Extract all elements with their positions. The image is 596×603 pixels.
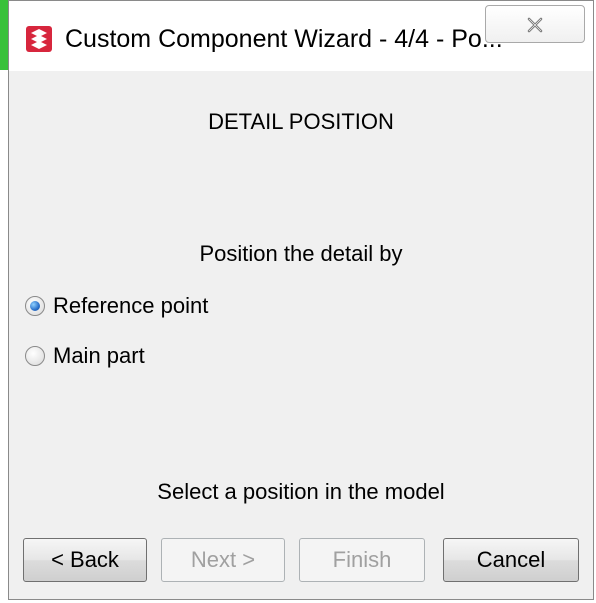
back-button[interactable]: < Back — [23, 538, 147, 582]
cancel-button[interactable]: Cancel — [443, 538, 579, 582]
close-button[interactable] — [485, 5, 585, 43]
status-text: Select a position in the model — [157, 479, 445, 504]
page-heading: DETAIL POSITION — [208, 109, 394, 134]
finish-button[interactable]: Finish — [299, 538, 425, 582]
wizard-dialog: Custom Component Wizard - 4/4 - Po... DE… — [8, 0, 594, 600]
radio-checked-icon[interactable] — [25, 296, 45, 316]
next-button[interactable]: Next > — [161, 538, 285, 582]
radio-label-reference-point: Reference point — [53, 293, 209, 318]
position-prompt: Position the detail by — [199, 241, 403, 266]
window-title: Custom Component Wizard - 4/4 - Po... — [65, 25, 503, 53]
radio-unchecked-icon[interactable] — [25, 346, 45, 366]
title-bar[interactable]: Custom Component Wizard - 4/4 - Po... — [9, 1, 593, 71]
radio-reference-point[interactable]: Reference point — [25, 291, 208, 321]
radio-label-main-part: Main part — [53, 343, 145, 368]
wizard-body: DETAIL POSITION Position the detail by R… — [9, 71, 593, 599]
app-logo-icon — [25, 25, 53, 53]
radio-main-part[interactable]: Main part — [25, 341, 145, 371]
close-icon — [527, 17, 543, 33]
window-edge-highlight — [0, 0, 8, 70]
